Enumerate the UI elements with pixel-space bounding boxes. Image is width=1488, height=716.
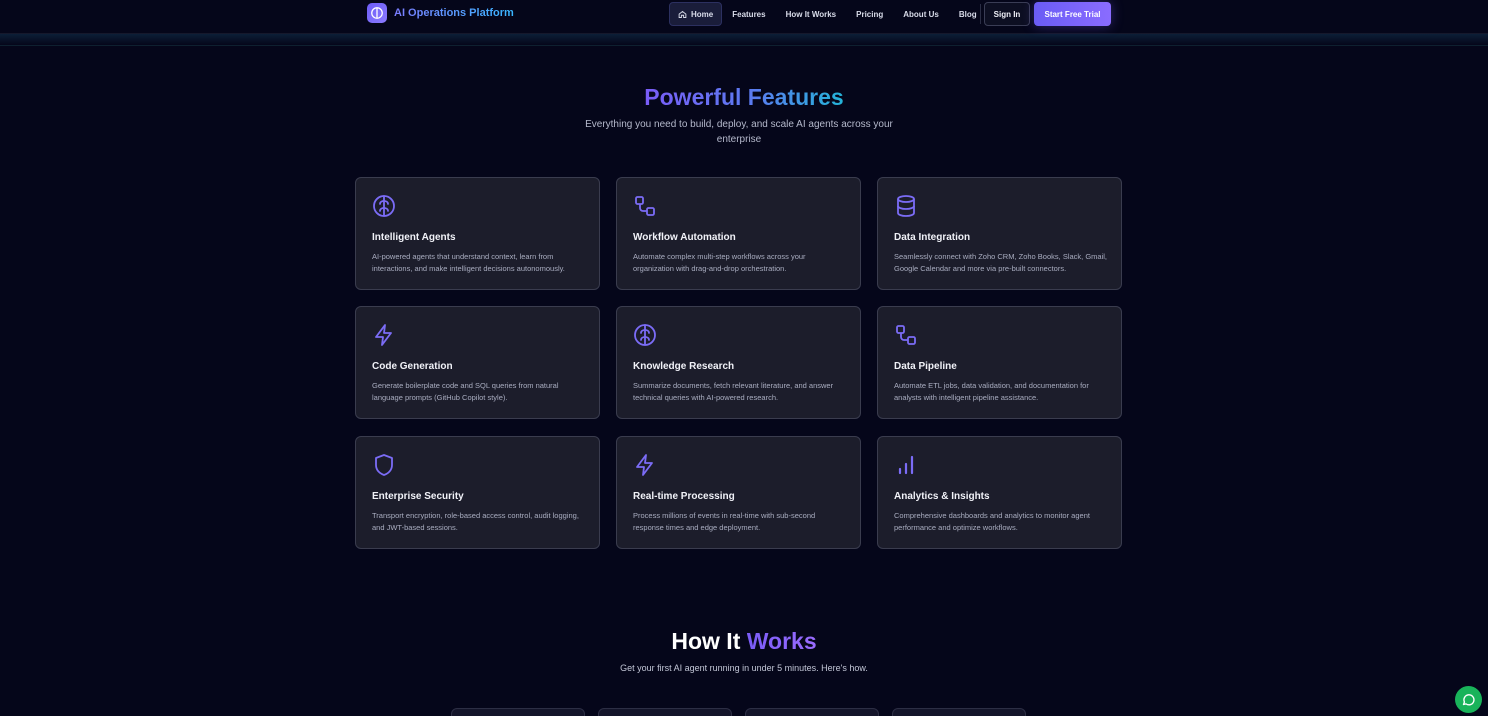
feature-card-analytics-insights[interactable]: Analytics & Insights Comprehensive dashb…: [877, 436, 1122, 549]
nav-link-label: How It Works: [785, 9, 837, 19]
step-card: [451, 708, 585, 716]
feature-card-real-time-processing[interactable]: Real-time Processing Process millions of…: [616, 436, 861, 549]
features-heading: Powerful Features: [0, 84, 1488, 111]
feature-card-title: Data Integration: [894, 232, 971, 243]
brand[interactable]: AI Operations Platform: [367, 3, 514, 23]
feature-card-workflow-automation[interactable]: Workflow Automation Automate complex mul…: [616, 177, 861, 290]
chat-button[interactable]: [1455, 686, 1482, 713]
nav-link-pricing[interactable]: Pricing: [846, 2, 893, 26]
feature-card-description: Automate ETL jobs, data validation, and …: [894, 381, 1089, 402]
top-navbar: AI Operations Platform Home Features How…: [0, 0, 1488, 34]
bar-chart-icon: [894, 453, 918, 477]
feature-card-description: Generate boilerplate code and SQL querie…: [372, 381, 559, 402]
feature-card-description: Automate complex multi-step workflows ac…: [633, 252, 806, 273]
feature-card-enterprise-security[interactable]: Enterprise Security Transport encryption…: [355, 436, 600, 549]
home-icon: [678, 10, 687, 18]
features-subtitle: Everything you need to build, deploy, an…: [585, 119, 893, 145]
feature-card-title: Knowledge Research: [633, 361, 735, 372]
feature-card-title: Code Generation: [372, 361, 453, 372]
nav-link-label: Home: [691, 9, 714, 19]
workflow-icon: [894, 323, 918, 347]
nav-link-features[interactable]: Features: [722, 2, 775, 26]
brain-icon: [633, 323, 657, 347]
feature-card-intelligent-agents[interactable]: Intelligent Agents AI-powered agents tha…: [355, 177, 600, 290]
feature-card-description: AI-powered agents that understand contex…: [372, 252, 565, 273]
feature-card-description: Comprehensive dashboards and analytics t…: [894, 511, 1090, 532]
feature-card-title: Workflow Automation: [633, 232, 736, 243]
feature-card-description: Process millions of events in real-time …: [633, 511, 816, 532]
nav-link-label: Features: [732, 9, 766, 19]
feature-card-knowledge-research[interactable]: Knowledge Research Summarize documents, …: [616, 306, 861, 419]
feature-card-description: Seamlessly connect with Zoho CRM, Zoho B…: [894, 252, 1107, 273]
nav-divider: [980, 4, 981, 24]
database-icon: [894, 194, 918, 218]
brand-name: AI Operations Platform: [394, 7, 514, 19]
lightning-icon: [633, 453, 657, 477]
features-heading-text: Powerful Features: [644, 84, 844, 110]
nav-link-label: Blog: [958, 9, 977, 19]
feature-card-description: Summarize documents, fetch relevant lite…: [633, 381, 834, 402]
step-card: [598, 708, 732, 716]
brain-logo-icon: [367, 3, 387, 23]
nav-link-about-us[interactable]: About Us: [893, 2, 949, 26]
feature-card-description: Transport encryption, role-based access …: [372, 511, 579, 532]
nav-link-home[interactable]: Home: [669, 2, 723, 26]
how-it-works-heading: How It Works: [0, 628, 1488, 655]
nav-links: Home Features How It Works Pricing About…: [669, 2, 987, 26]
workflow-icon: [633, 194, 657, 218]
brain-icon: [372, 194, 396, 218]
start-free-trial-button[interactable]: Start Free Trial: [1034, 2, 1111, 26]
nav-link-label: Pricing: [856, 9, 884, 19]
nav-link-label: About Us: [903, 9, 939, 19]
feature-card-title: Data Pipeline: [894, 361, 957, 372]
feature-card-code-generation[interactable]: Code Generation Generate boilerplate cod…: [355, 306, 600, 419]
sign-in-button[interactable]: Sign In: [984, 2, 1030, 26]
feature-card-title: Analytics & Insights: [894, 491, 990, 502]
nav-link-how-it-works[interactable]: How It Works: [776, 2, 847, 26]
nav-glow-divider: [0, 34, 1488, 46]
shield-icon: [372, 453, 396, 477]
feature-card-title: Intelligent Agents: [372, 232, 456, 243]
lightning-icon: [372, 323, 396, 347]
feature-card-data-pipeline[interactable]: Data Pipeline Automate ETL jobs, data va…: [877, 306, 1122, 419]
how-it-works-subtitle: Get your first AI agent running in under…: [620, 663, 868, 673]
how-it-works-heading-part1: How It: [671, 628, 741, 654]
chat-bubble-icon: [1462, 694, 1475, 706]
step-card: [892, 708, 1026, 716]
how-it-works-heading-part2: Works: [746, 628, 817, 654]
feature-card-title: Enterprise Security: [372, 491, 464, 502]
step-card: [745, 708, 879, 716]
feature-card-data-integration[interactable]: Data Integration Seamlessly connect with…: [877, 177, 1122, 290]
feature-card-title: Real-time Processing: [633, 491, 735, 502]
